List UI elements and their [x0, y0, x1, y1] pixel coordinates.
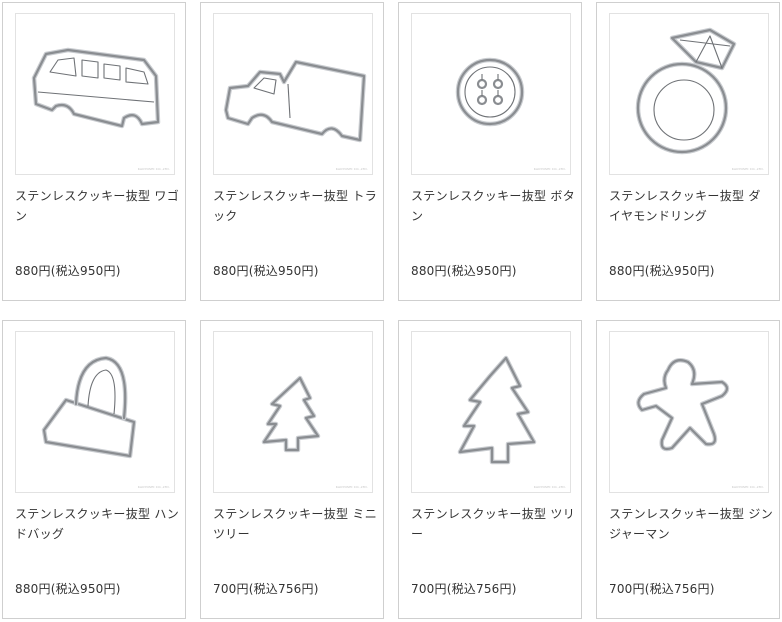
image-credit: KAOYOSHI CO.,LTD.	[533, 167, 566, 171]
product-price: 880円(税込950円)	[15, 582, 121, 596]
product-image[interactable]: KAOYOSHI CO.,LTD.	[411, 331, 571, 493]
image-credit: KAOYOSHI CO.,LTD.	[731, 167, 764, 171]
image-credit: KAOYOSHI CO.,LTD.	[137, 485, 170, 489]
image-credit: KAOYOSHI CO.,LTD.	[335, 167, 368, 171]
tree-cookie-cutter-icon	[457, 355, 537, 465]
product-price: 880円(税込950円)	[15, 264, 121, 278]
diamond-ring-cookie-cutter-icon	[635, 27, 737, 155]
product-price: 880円(税込950円)	[609, 264, 715, 278]
product-name[interactable]: ステンレスクッキー抜型 ダイヤモンドリング	[609, 186, 773, 226]
product-card[interactable]: KAOYOSHI CO.,LTD. ステンレスクッキー抜型 ダイヤモンドリング …	[596, 2, 780, 301]
product-card[interactable]: KAOYOSHI CO.,LTD. ステンレスクッキー抜型 ワゴン 880円(税…	[2, 2, 186, 301]
product-name[interactable]: ステンレスクッキー抜型 ミニツリー	[213, 504, 377, 544]
product-card[interactable]: KAOYOSHI CO.,LTD. ステンレスクッキー抜型 ハンドバッグ 880…	[2, 320, 186, 619]
product-card[interactable]: KAOYOSHI CO.,LTD. ステンレスクッキー抜型 トラック 880円(…	[200, 2, 384, 301]
image-credit: KAOYOSHI CO.,LTD.	[533, 485, 566, 489]
product-image[interactable]: KAOYOSHI CO.,LTD.	[411, 13, 571, 175]
gingerman-cookie-cutter-icon	[636, 358, 730, 452]
product-name[interactable]: ステンレスクッキー抜型 ボタン	[411, 186, 575, 226]
product-card[interactable]: KAOYOSHI CO.,LTD. ステンレスクッキー抜型 ジンジャーマン 70…	[596, 320, 780, 619]
product-price: 880円(税込950円)	[411, 264, 517, 278]
product-card[interactable]: KAOYOSHI CO.,LTD. ステンレスクッキー抜型 ボタン 880円(税…	[398, 2, 582, 301]
product-card[interactable]: KAOYOSHI CO.,LTD. ステンレスクッキー抜型 ミニツリー 700円…	[200, 320, 384, 619]
product-price: 880円(税込950円)	[213, 264, 319, 278]
product-price: 700円(税込756円)	[411, 582, 517, 596]
product-name[interactable]: ステンレスクッキー抜型 ジンジャーマン	[609, 504, 773, 544]
mini-tree-cookie-cutter-icon	[261, 375, 321, 453]
product-image[interactable]: KAOYOSHI CO.,LTD.	[15, 331, 175, 493]
product-image[interactable]: KAOYOSHI CO.,LTD.	[213, 13, 373, 175]
button-cookie-cutter-icon	[455, 57, 525, 127]
product-image[interactable]: KAOYOSHI CO.,LTD.	[15, 13, 175, 175]
wagon-cookie-cutter-icon	[31, 47, 161, 129]
product-name[interactable]: ステンレスクッキー抜型 ツリー	[411, 504, 575, 544]
product-grid: KAOYOSHI CO.,LTD. ステンレスクッキー抜型 ワゴン 880円(税…	[0, 0, 782, 622]
image-credit: KAOYOSHI CO.,LTD.	[137, 167, 170, 171]
image-credit: KAOYOSHI CO.,LTD.	[335, 485, 368, 489]
product-image[interactable]: KAOYOSHI CO.,LTD.	[609, 331, 769, 493]
product-price: 700円(税込756円)	[609, 582, 715, 596]
image-credit: KAOYOSHI CO.,LTD.	[731, 485, 764, 489]
truck-cookie-cutter-icon	[223, 59, 367, 143]
product-card[interactable]: KAOYOSHI CO.,LTD. ステンレスクッキー抜型 ツリー 700円(税…	[398, 320, 582, 619]
product-name[interactable]: ステンレスクッキー抜型 ハンドバッグ	[15, 504, 179, 544]
product-price: 700円(税込756円)	[213, 582, 319, 596]
product-name[interactable]: ステンレスクッキー抜型 トラック	[213, 186, 377, 226]
product-image[interactable]: KAOYOSHI CO.,LTD.	[609, 13, 769, 175]
product-image[interactable]: KAOYOSHI CO.,LTD.	[213, 331, 373, 493]
product-name[interactable]: ステンレスクッキー抜型 ワゴン	[15, 186, 179, 226]
handbag-cookie-cutter-icon	[41, 355, 137, 459]
